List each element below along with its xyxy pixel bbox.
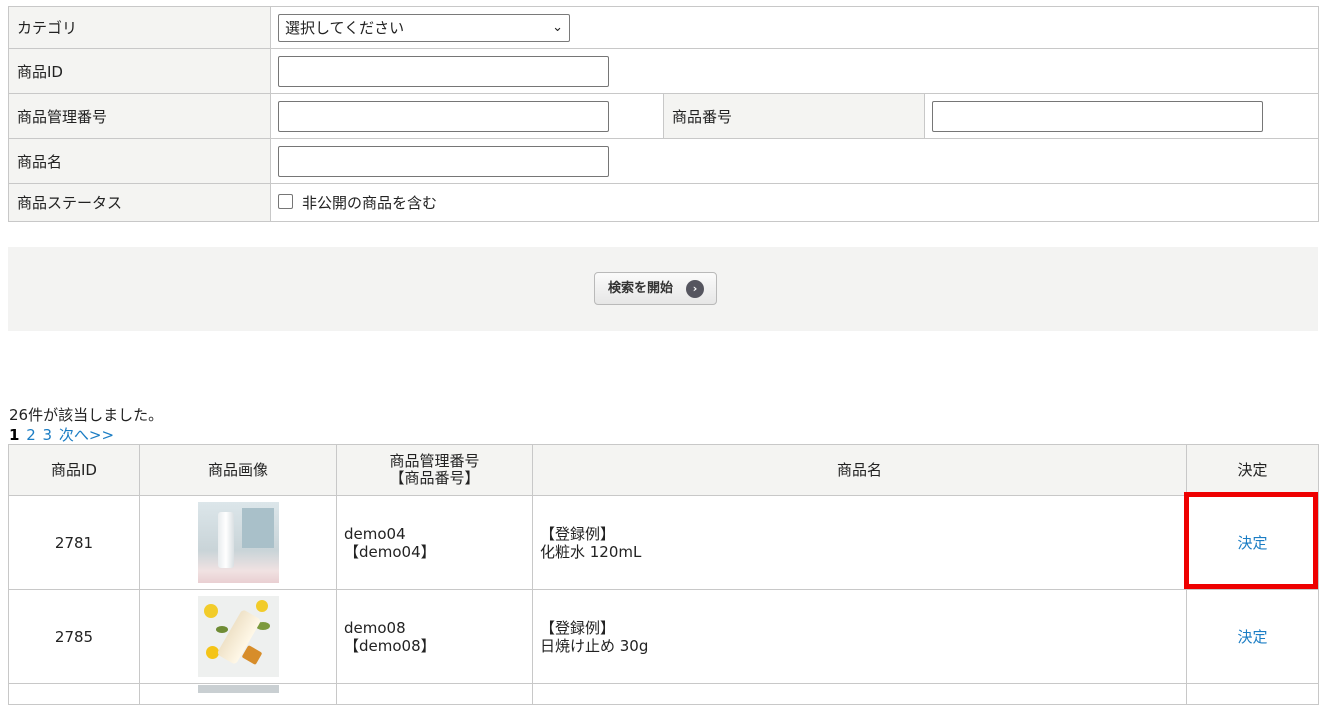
row-product-name-line2: 化粧水 120mL — [540, 542, 642, 561]
header-product-id: 商品ID — [8, 444, 140, 496]
table-row — [8, 683, 1319, 705]
category-selected-value: 選択してください — [285, 18, 405, 37]
header-decide: 決定 — [1186, 444, 1319, 496]
result-count: 26件が該当しました。 — [9, 406, 164, 424]
product-name-input[interactable] — [278, 145, 609, 177]
product-code-input[interactable] — [278, 100, 609, 132]
product-thumbnail — [197, 596, 279, 677]
row-product-code: demo04 — [344, 524, 406, 543]
decide-link[interactable]: 決定 — [1237, 628, 1267, 646]
search-form: カテゴリ 選択してください ⌄ 商品ID 商品管理番号 商品番号 商品名 商品ス… — [8, 6, 1319, 222]
row-product-code: demo08 — [344, 618, 406, 637]
page-link-2[interactable]: 2 — [26, 426, 36, 444]
header-code-line2: 【商品番号】 — [389, 469, 480, 487]
product-status-label: 商品ステータス — [8, 183, 271, 222]
row-product-name-line2: 日焼け止め 30g — [540, 636, 649, 655]
product-code-label: 商品管理番号 — [8, 93, 271, 139]
result-header-row: 商品ID 商品画像 商品管理番号 【商品番号】 商品名 決定 — [8, 444, 1319, 496]
include-private-label: 非公開の商品を含む — [302, 194, 438, 212]
include-private-checkbox[interactable] — [278, 194, 293, 209]
product-number-label: 商品番号 — [663, 93, 925, 139]
search-start-label: 検索を開始 — [608, 281, 674, 296]
row-product-id: 2785 — [8, 589, 140, 684]
decide-link[interactable]: 決定 — [1237, 534, 1267, 552]
result-table: 商品ID 商品画像 商品管理番号 【商品番号】 商品名 決定 2781 demo… — [8, 444, 1319, 705]
search-button-panel: 検索を開始 › — [8, 247, 1318, 331]
search-start-button[interactable]: 検索を開始 › — [594, 272, 717, 305]
product-id-input[interactable] — [278, 55, 609, 87]
row-product-number: 【demo04】 — [344, 542, 436, 561]
product-id-label: 商品ID — [8, 48, 271, 94]
chevron-down-icon: ⌄ — [552, 19, 563, 35]
page-link-3[interactable]: 3 — [43, 426, 53, 444]
product-name-label: 商品名 — [8, 138, 271, 184]
category-label: カテゴリ — [8, 6, 271, 49]
product-thumbnail — [197, 685, 279, 693]
page-next-link[interactable]: 次へ>> — [59, 426, 114, 444]
product-number-input[interactable] — [932, 100, 1263, 132]
row-product-name-line1: 【登録例】 — [540, 618, 616, 637]
header-code-line1: 商品管理番号 — [389, 452, 480, 470]
row-product-id: 2781 — [8, 495, 140, 590]
row-product-number: 【demo08】 — [344, 636, 436, 655]
product-thumbnail — [197, 502, 279, 583]
category-select[interactable]: 選択してください ⌄ — [278, 13, 570, 42]
page-current: 1 — [9, 426, 20, 444]
header-product-image: 商品画像 — [139, 444, 337, 496]
row-product-name-line1: 【登録例】 — [540, 524, 616, 543]
header-product-code: 商品管理番号 【商品番号】 — [336, 444, 533, 496]
chevron-right-icon: › — [686, 280, 704, 298]
pagination: 1 2 3 次へ>> — [9, 424, 114, 445]
table-row: 2781 demo04 【demo04】 【登録例】 化粧水 120mL 決定 — [8, 495, 1319, 590]
table-row: 2785 demo08 【demo08】 【登録例】 日焼け止め 30g 決定 — [8, 589, 1319, 684]
header-product-name: 商品名 — [532, 444, 1187, 496]
